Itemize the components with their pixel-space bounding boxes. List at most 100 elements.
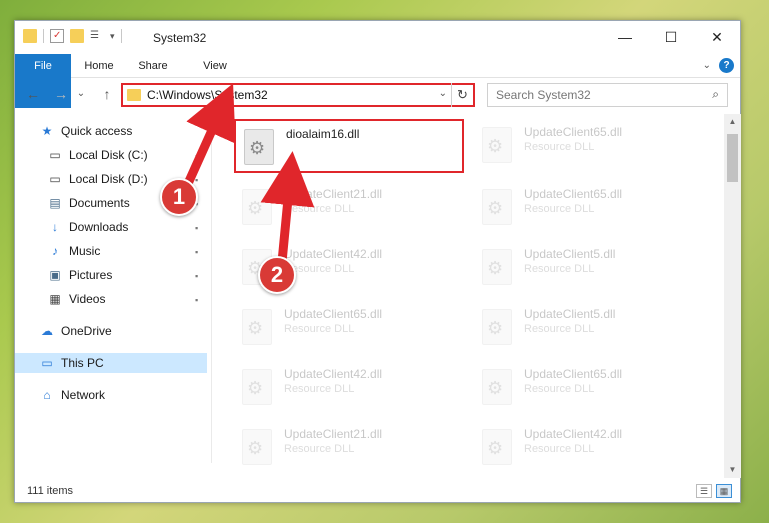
file-item[interactable]: UpdateClient5.dll Resource DLL	[474, 241, 704, 295]
dll-file-icon	[482, 369, 512, 405]
navigation-bar: ← → ⌄ ↑ C:\Windows\System32 ⌄ ↻ Search S…	[15, 80, 740, 110]
pin-icon: ▪	[195, 247, 199, 257]
file-item[interactable]: UpdateClient5.dll Resource DLL	[474, 301, 704, 355]
item-count: 111 items	[27, 485, 74, 497]
sidebar-item-downloads[interactable]: ↓ Downloads	[47, 217, 128, 237]
pin-icon: ▪	[195, 151, 199, 161]
ribbon-tabs: File Home Share View ⌄ ?	[15, 54, 740, 108]
sidebar-item-pictures[interactable]: ▣ Pictures	[47, 265, 112, 285]
vertical-scrollbar[interactable]: ▲ ▼	[724, 114, 741, 478]
sidebar-item-label: Local Disk (C:)	[69, 148, 148, 162]
scroll-thumb[interactable]	[727, 134, 738, 182]
customize-toolbar-icon[interactable]: ☰	[90, 29, 104, 43]
sidebar-item-quick-access[interactable]: ★ Quick access	[39, 121, 133, 141]
file-type: Resource DLL	[284, 383, 355, 395]
file-item[interactable]: dioalaim16.dll	[234, 119, 464, 173]
file-type: Resource DLL	[524, 203, 595, 215]
minimize-button[interactable]: —	[602, 21, 648, 53]
close-button[interactable]: ✕	[694, 21, 740, 53]
view-switcher: ☰ ▦	[696, 484, 732, 498]
chevron-down-icon[interactable]: ⌄	[439, 88, 447, 99]
sidebar-item-label: Network	[61, 388, 106, 402]
maximize-button[interactable]: ☐	[648, 21, 694, 53]
sidebar-item-music[interactable]: ♪ Music	[47, 241, 100, 261]
sidebar-item-label: Videos	[69, 292, 106, 306]
dll-file-icon	[242, 189, 272, 225]
search-icon[interactable]: ⌕	[712, 87, 719, 102]
dll-file-icon	[242, 309, 272, 345]
file-type: Resource DLL	[284, 443, 355, 455]
address-path[interactable]: C:\Windows\System32	[147, 88, 268, 102]
search-box[interactable]: Search System32 ⌕	[487, 83, 728, 107]
dll-file-icon	[242, 369, 272, 405]
properties-icon[interactable]: ✓	[50, 29, 64, 43]
chevron-down-icon[interactable]: ▾	[110, 31, 115, 42]
documents-icon: ▤	[49, 196, 61, 210]
refresh-button[interactable]: ↻	[451, 83, 473, 107]
sidebar-item-local-disk-d[interactable]: ▭ Local Disk (D:)	[47, 169, 147, 189]
sidebar-item-label: OneDrive	[61, 324, 112, 338]
dll-file-icon	[244, 129, 274, 165]
sidebar-item-label: This PC	[61, 356, 104, 370]
pc-icon: ▭	[41, 356, 53, 370]
file-name: UpdateClient65.dll	[524, 367, 623, 381]
star-icon: ★	[41, 124, 53, 138]
file-type: Resource DLL	[524, 323, 595, 335]
drive-icon: ▭	[49, 148, 61, 162]
file-item[interactable]: UpdateClient65.dll Resource DLL	[474, 361, 704, 415]
file-item[interactable]: UpdateClient65.dll Resource DLL	[474, 181, 704, 235]
file-name: UpdateClient42.dll	[284, 247, 383, 261]
sidebar-item-videos[interactable]: ▦ Videos	[47, 289, 105, 309]
sidebar-item-label: Documents	[69, 196, 130, 210]
expand-ribbon-icon[interactable]: ⌄	[703, 60, 711, 71]
pane-divider[interactable]	[211, 113, 212, 463]
file-item[interactable]: UpdateClient42.dll Resource DLL	[474, 421, 704, 473]
folder-icon[interactable]	[23, 29, 37, 43]
sidebar-item-label: Music	[69, 244, 101, 258]
file-list: dioalaim16.dll UpdateClient65.dll Resour…	[220, 113, 720, 473]
search-input[interactable]: Search System32	[496, 88, 591, 102]
scroll-down-arrow-icon[interactable]: ▼	[724, 462, 741, 478]
file-name: UpdateClient42.dll	[524, 427, 623, 441]
file-name: UpdateClient5.dll	[524, 307, 616, 321]
file-item[interactable]: UpdateClient21.dll Resource DLL	[234, 181, 464, 235]
navigation-pane: ★ Quick access ▭ Local Disk (C:) ▪ ▭ Loc…	[15, 117, 211, 457]
large-icons-view-icon[interactable]: ▦	[716, 484, 732, 498]
new-folder-icon[interactable]	[70, 29, 84, 43]
file-item[interactable]: UpdateClient65.dll Resource DLL	[234, 301, 464, 355]
videos-icon: ▦	[49, 292, 61, 306]
sidebar-item-documents[interactable]: ▤ Documents	[47, 193, 130, 213]
folder-icon	[127, 89, 141, 101]
file-type: Resource DLL	[524, 263, 595, 275]
tab-view[interactable]: View	[193, 54, 237, 78]
help-icon[interactable]: ?	[719, 58, 734, 73]
up-button[interactable]: ↑	[99, 86, 115, 102]
details-view-icon[interactable]: ☰	[696, 484, 712, 498]
file-type: Resource DLL	[284, 203, 355, 215]
address-bar[interactable]: C:\Windows\System32 ⌄ ↻	[121, 83, 475, 107]
sidebar-item-onedrive[interactable]: ☁ OneDrive	[39, 321, 112, 341]
forward-button[interactable]: →	[53, 86, 69, 102]
divider	[120, 29, 122, 43]
dll-file-icon	[482, 249, 512, 285]
pin-icon: ▪	[195, 223, 199, 233]
file-item[interactable]: UpdateClient65.dll Resource DLL	[474, 119, 704, 173]
tab-share[interactable]: Share	[131, 54, 175, 78]
file-item[interactable]: UpdateClient21.dll Resource DLL	[234, 421, 464, 473]
pin-icon: ▪	[195, 295, 199, 305]
back-button[interactable]: ←	[25, 86, 41, 102]
sidebar-item-this-pc[interactable]: ▭ This PC	[15, 353, 207, 373]
file-name: UpdateClient65.dll	[524, 187, 623, 201]
file-name: UpdateClient65.dll	[524, 125, 623, 139]
pin-icon: ▪	[195, 271, 199, 281]
sidebar-item-network[interactable]: ⌂ Network	[39, 385, 105, 405]
file-item[interactable]: UpdateClient42.dll Resource DLL	[234, 361, 464, 415]
dll-file-icon	[482, 189, 512, 225]
dll-file-icon	[482, 127, 512, 163]
window-title: System32	[153, 31, 207, 45]
sidebar-item-local-disk-c[interactable]: ▭ Local Disk (C:)	[47, 145, 148, 165]
tab-home[interactable]: Home	[77, 54, 121, 78]
recent-locations-button[interactable]: ⌄	[73, 86, 89, 102]
dll-file-icon	[242, 429, 272, 465]
scroll-up-arrow-icon[interactable]: ▲	[724, 114, 741, 130]
